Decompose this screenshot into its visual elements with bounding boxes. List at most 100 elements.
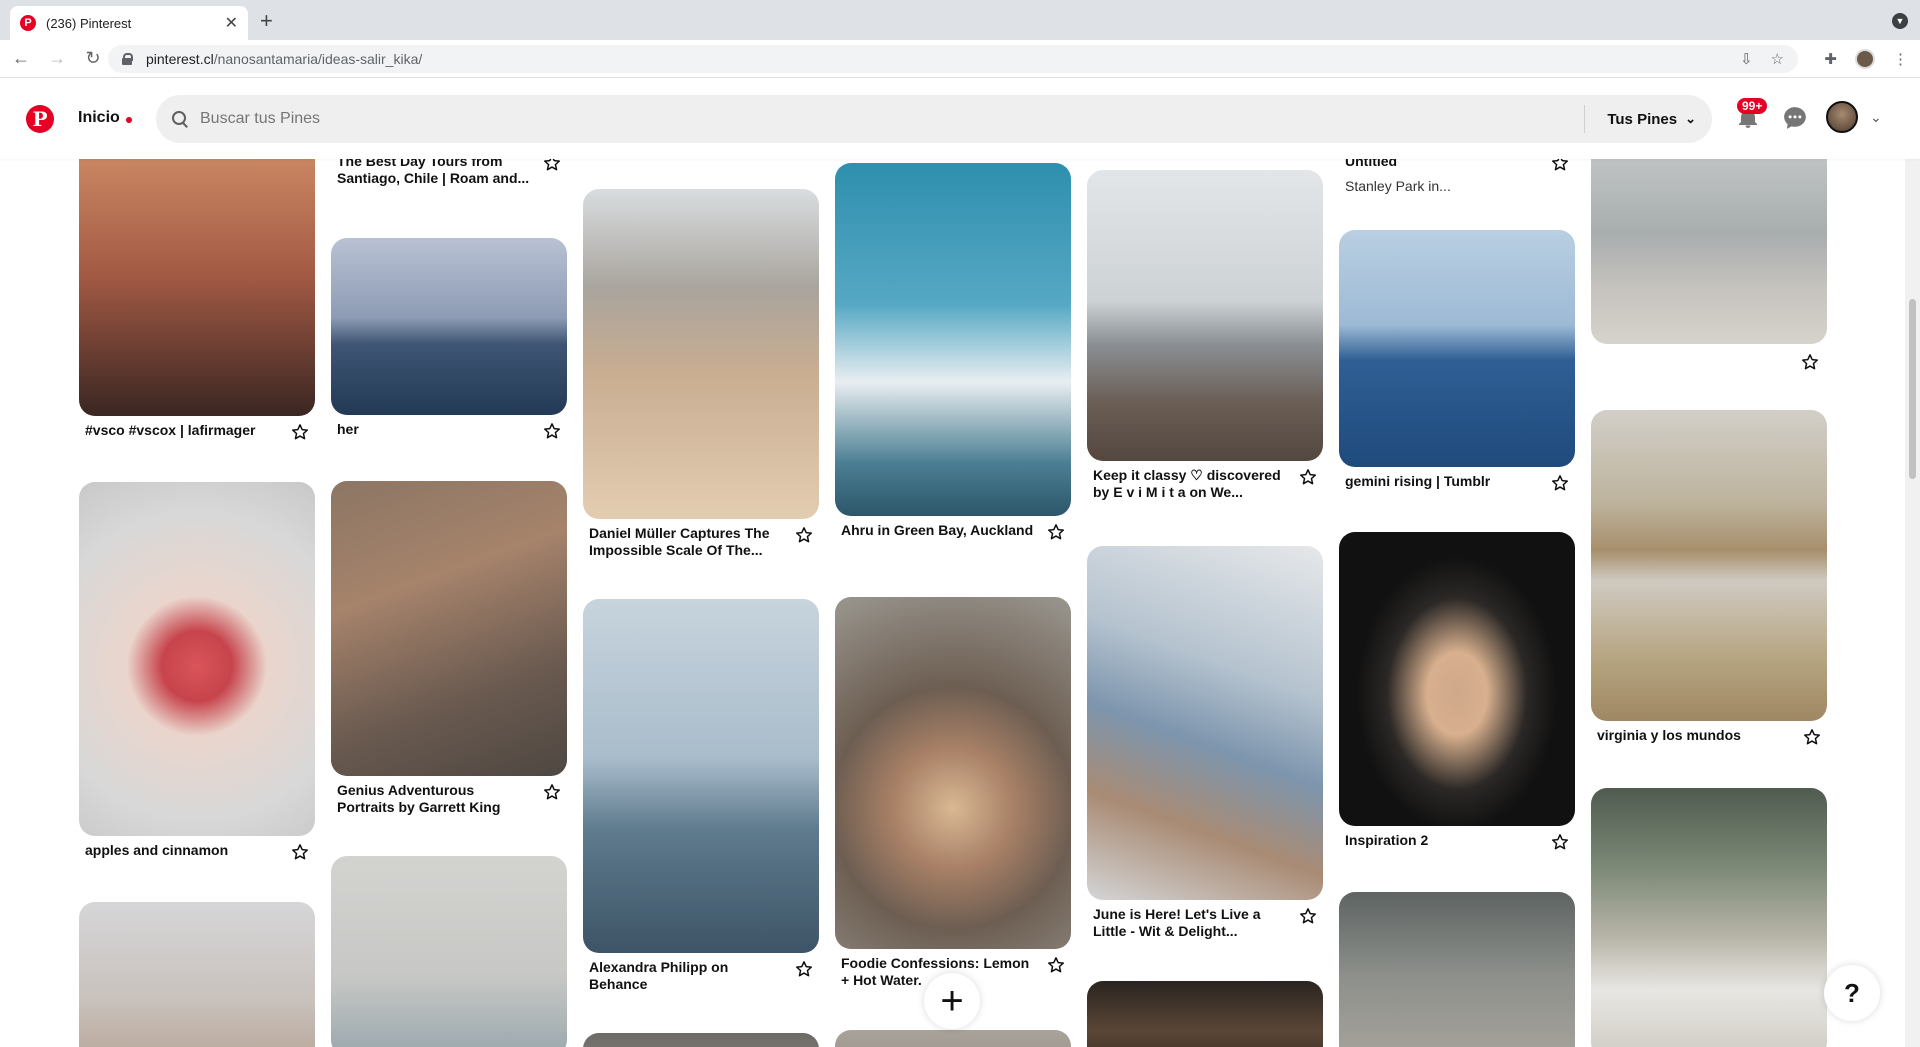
pin-image[interactable] — [1591, 159, 1827, 344]
address-bar[interactable]: pinterest.cl/nanosantamaria/ideas-salir_… — [108, 45, 1798, 73]
pin-card[interactable]: Daniel Müller Captures The Impossible Sc… — [583, 189, 819, 559]
pin-card[interactable] — [1591, 788, 1827, 1047]
pin-title[interactable]: Keep it classy ♡ discovered by E v i M i… — [1093, 467, 1289, 501]
pin-card[interactable]: Untitled Stanley Park in... — [1339, 159, 1575, 194]
pin-card[interactable] — [1339, 892, 1575, 1047]
star-icon[interactable] — [543, 783, 561, 801]
pin-image[interactable] — [583, 1033, 819, 1047]
pin-title[interactable]: virginia y los mundos — [1597, 727, 1741, 744]
pin-image[interactable] — [79, 159, 315, 416]
pin-image[interactable] — [583, 599, 819, 953]
star-icon[interactable] — [291, 843, 309, 861]
new-tab-icon[interactable]: + — [260, 8, 273, 34]
browser-menu-icon[interactable]: ⋮ — [1893, 50, 1908, 68]
star-icon[interactable] — [1801, 353, 1819, 371]
account-chevron-down-icon[interactable]: ⌄ — [1870, 109, 1882, 126]
star-icon[interactable] — [1047, 523, 1065, 541]
pin-image[interactable] — [1339, 230, 1575, 467]
star-icon[interactable] — [1299, 907, 1317, 925]
pin-card[interactable]: Foodie Confessions: Lemon + Hot Water. — [835, 597, 1071, 989]
back-arrow-icon[interactable]: ← — [6, 48, 36, 69]
pin-card[interactable]: Ahru in Green Bay, Auckland — [835, 163, 1071, 541]
lock-icon[interactable] — [122, 53, 133, 65]
pin-image[interactable] — [1339, 892, 1575, 1047]
pin-image[interactable] — [331, 481, 567, 776]
pin-image[interactable] — [1591, 788, 1827, 1047]
pin-card[interactable]: virginia y los mundos — [1591, 410, 1827, 746]
pin-image[interactable] — [1087, 170, 1323, 461]
pin-image[interactable] — [1087, 981, 1323, 1047]
pin-card[interactable]: Keep it classy ♡ discovered by E v i M i… — [1087, 170, 1323, 501]
create-pin-button[interactable]: + — [924, 973, 980, 1029]
star-icon[interactable] — [1047, 956, 1065, 974]
pin-image[interactable] — [835, 1030, 1071, 1047]
browser-profile-icon[interactable] — [1855, 49, 1875, 69]
pin-image[interactable] — [1339, 532, 1575, 826]
reload-icon[interactable]: ↻ — [78, 48, 108, 69]
pin-card[interactable] — [79, 902, 315, 1047]
pin-title[interactable]: June is Here! Let's Live a Little - Wit … — [1093, 906, 1289, 940]
star-icon[interactable] — [1551, 833, 1569, 851]
messages-icon[interactable] — [1780, 103, 1810, 133]
search-input[interactable] — [200, 110, 1585, 128]
search-bar[interactable]: Tus Pines ⌄ — [156, 95, 1712, 143]
pin-image[interactable] — [1087, 546, 1323, 900]
star-icon[interactable] — [1551, 474, 1569, 492]
pin-title[interactable]: The Best Day Tours from Santiago, Chile … — [337, 159, 533, 187]
pin-title[interactable]: Daniel Müller Captures The Impossible Sc… — [589, 525, 785, 559]
scrollbar-thumb[interactable] — [1909, 299, 1916, 479]
star-icon[interactable] — [1299, 468, 1317, 486]
extensions-puzzle-icon[interactable]: ✚ — [1824, 50, 1837, 68]
pin-title[interactable]: Genius Adventurous Portraits by Garrett … — [337, 782, 533, 816]
pin-title[interactable]: Ahru in Green Bay, Auckland — [841, 522, 1033, 539]
pin-card[interactable]: her — [331, 238, 567, 440]
pin-card[interactable] — [1087, 981, 1323, 1047]
forward-arrow-icon[interactable]: → — [42, 48, 72, 69]
pin-card[interactable]: apples and cinnamon — [79, 482, 315, 861]
pin-image[interactable] — [79, 902, 315, 1047]
help-button[interactable]: ? — [1824, 965, 1880, 1021]
pin-title[interactable]: her — [337, 421, 359, 438]
close-tab-icon[interactable]: ✕ — [225, 13, 238, 33]
star-icon[interactable] — [795, 960, 813, 978]
pin-card[interactable]: Alexandra Philipp on Behance — [583, 599, 819, 993]
pin-image[interactable] — [583, 189, 819, 519]
pin-card[interactable] — [331, 856, 567, 1047]
star-icon[interactable] — [1803, 728, 1821, 746]
pin-image[interactable] — [1591, 410, 1827, 721]
star-icon[interactable] — [795, 526, 813, 544]
pin-title[interactable]: Inspiration 2 — [1345, 832, 1428, 849]
pin-image[interactable] — [331, 238, 567, 415]
pin-card[interactable]: June is Here! Let's Live a Little - Wit … — [1087, 546, 1323, 940]
tab-search-icon[interactable]: ▼ — [1892, 13, 1908, 29]
pins-filter-dropdown[interactable]: Tus Pines ⌄ — [1607, 111, 1696, 128]
pin-title[interactable]: Alexandra Philipp on Behance — [589, 959, 785, 993]
pin-card[interactable]: The Best Day Tours from Santiago, Chile … — [331, 159, 567, 187]
pin-card[interactable]: Genius Adventurous Portraits by Garrett … — [331, 481, 567, 816]
pin-image[interactable] — [79, 482, 315, 836]
star-icon[interactable] — [543, 159, 561, 172]
pin-title[interactable]: #vsco #vscox | lafirmager — [85, 422, 255, 439]
browser-tab[interactable]: P (236) Pinterest ✕ — [10, 6, 248, 40]
bookmark-star-icon[interactable]: ☆ — [1771, 50, 1784, 68]
pin-card[interactable]: #vsco #vscox | lafirmager — [79, 159, 315, 441]
pin-title[interactable]: gemini rising | Tumblr — [1345, 473, 1490, 490]
pin-card[interactable] — [583, 1033, 819, 1047]
home-link[interactable]: Inicio — [78, 109, 120, 127]
pin-title[interactable]: Untitled — [1345, 159, 1397, 170]
pin-image[interactable] — [331, 856, 567, 1047]
pin-image[interactable] — [835, 163, 1071, 516]
page-scrollbar[interactable] — [1905, 159, 1920, 1047]
user-avatar[interactable] — [1826, 101, 1858, 133]
star-icon[interactable] — [291, 423, 309, 441]
pin-card[interactable] — [1591, 159, 1827, 344]
pin-image[interactable] — [835, 597, 1071, 949]
pinterest-logo-icon[interactable]: P — [26, 105, 54, 133]
install-app-icon[interactable]: ⇩ — [1740, 50, 1753, 68]
pin-title[interactable]: apples and cinnamon — [85, 842, 228, 859]
pin-card[interactable] — [835, 1030, 1071, 1047]
pin-card[interactable]: Inspiration 2 — [1339, 532, 1575, 851]
star-icon[interactable] — [1551, 159, 1569, 172]
star-icon[interactable] — [543, 422, 561, 440]
pin-card[interactable]: gemini rising | Tumblr — [1339, 230, 1575, 492]
